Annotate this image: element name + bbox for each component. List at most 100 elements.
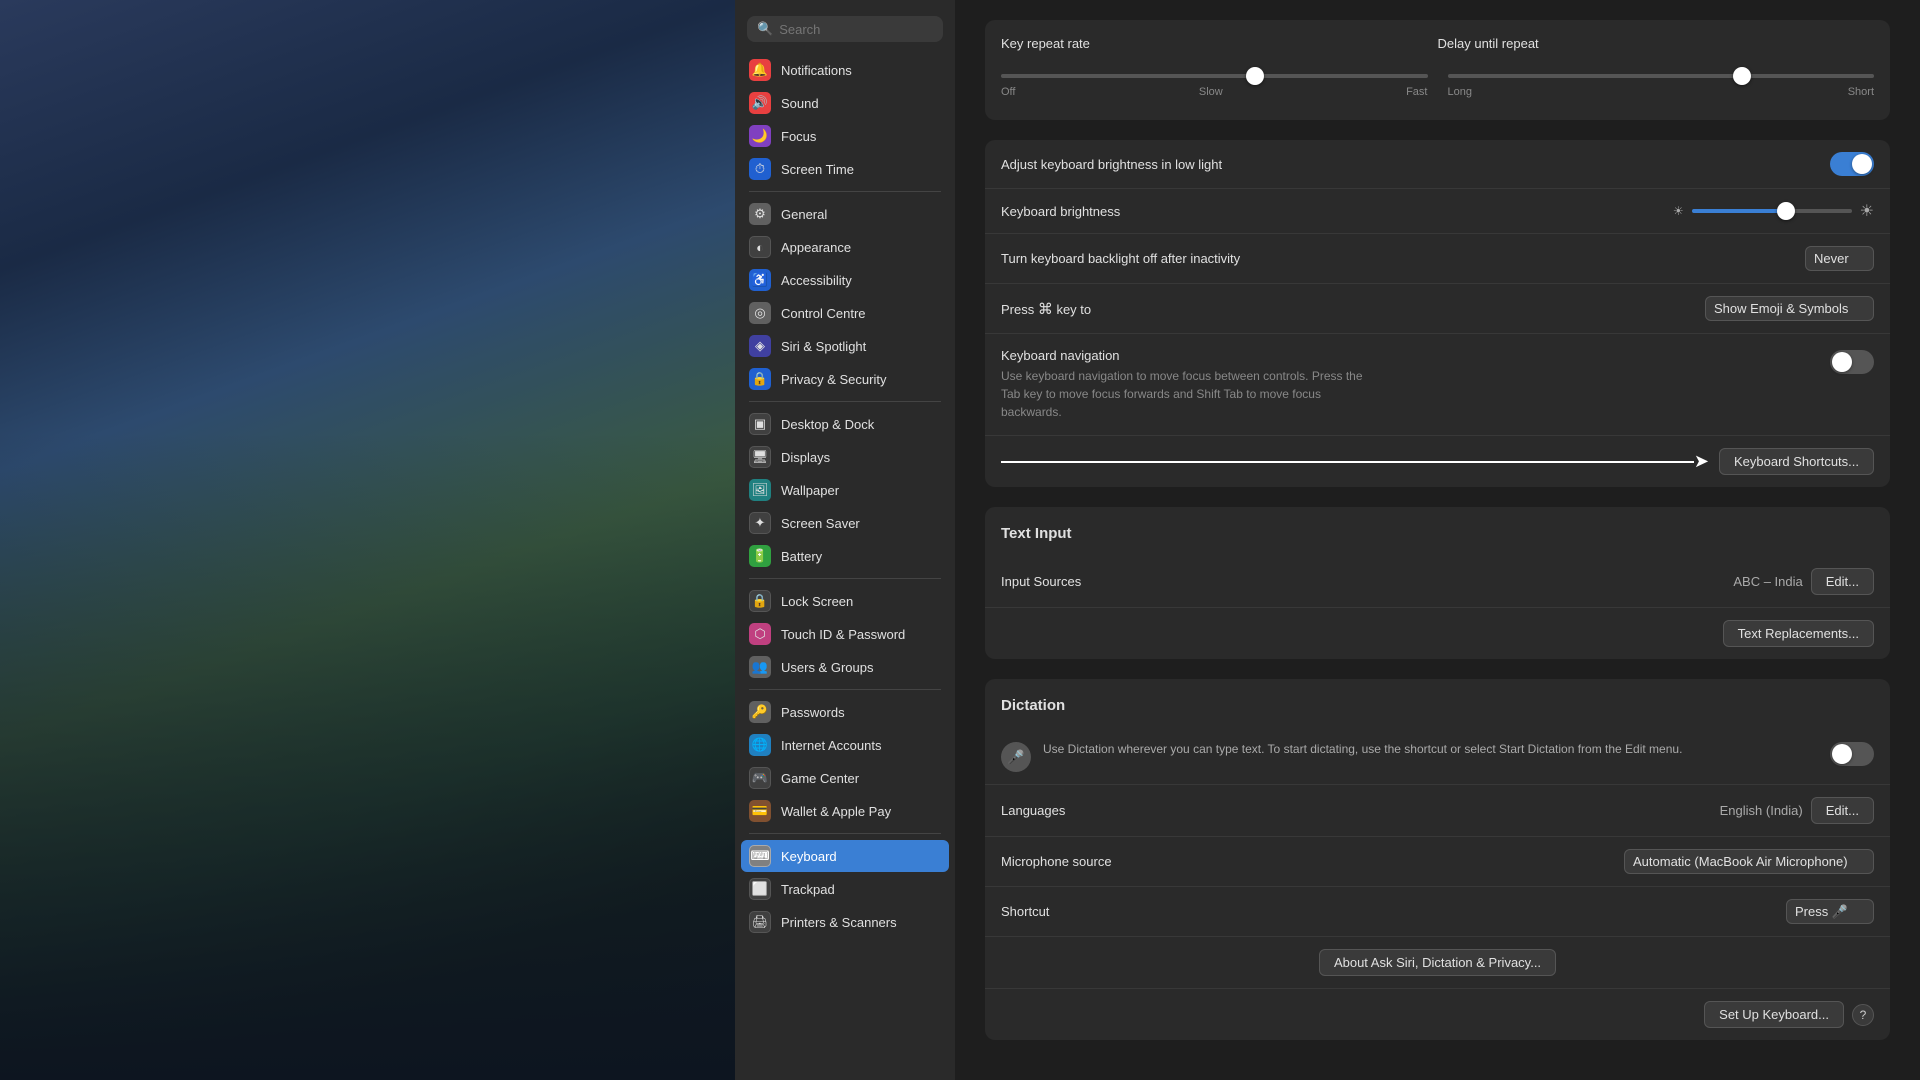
accessibility-icon: ♿: [749, 269, 771, 291]
sidebar-item-focus[interactable]: 🌙 Focus: [741, 120, 949, 152]
sidebar-item-wallpaper[interactable]: 🖼 Wallpaper: [741, 474, 949, 506]
sidebar-item-printers-scanners[interactable]: 🖨 Printers & Scanners: [741, 906, 949, 938]
sidebar-item-trackpad[interactable]: ⬜ Trackpad: [741, 873, 949, 905]
text-input-title: Text Input: [1001, 525, 1874, 542]
keyboard-nav-row: Keyboard navigation Use keyboard navigat…: [985, 334, 1890, 436]
sidebar-item-screen-saver[interactable]: ✦ Screen Saver: [741, 507, 949, 539]
sidebar-item-control-centre[interactable]: ◎ Control Centre: [741, 297, 949, 329]
screen-saver-icon: ✦: [749, 512, 771, 534]
sidebar-item-battery[interactable]: 🔋 Battery: [741, 540, 949, 572]
sidebar-item-displays[interactable]: 🖥 Displays: [741, 441, 949, 473]
input-sources-edit-button[interactable]: Edit...: [1811, 568, 1874, 595]
sidebar-item-desktop-dock[interactable]: ▣ Desktop & Dock: [741, 408, 949, 440]
search-bar[interactable]: 🔍: [747, 16, 943, 42]
slow-label: Slow: [1199, 86, 1223, 98]
sidebar-item-label: Privacy & Security: [781, 372, 886, 387]
languages-value: English (India): [1720, 803, 1803, 818]
input-sources-value: ABC – India: [1733, 574, 1802, 589]
sidebar-item-sound[interactable]: 🔊 Sound: [741, 87, 949, 119]
backlight-label: Turn keyboard backlight off after inacti…: [1001, 251, 1805, 266]
sidebar-item-label: Touch ID & Password: [781, 627, 905, 642]
sidebar-item-keyboard[interactable]: ⌨ Keyboard: [741, 840, 949, 872]
sidebar-item-passwords[interactable]: 🔑 Passwords: [741, 696, 949, 728]
lock-screen-icon: 🔒: [749, 590, 771, 612]
sidebar-item-label: Screen Time: [781, 162, 854, 177]
keyboard-settings-panel: Key repeat rate Delay until repeat Off S…: [955, 0, 1920, 1080]
setup-keyboard-button[interactable]: Set Up Keyboard...: [1704, 1001, 1844, 1028]
backlight-row: Turn keyboard backlight off after inacti…: [985, 234, 1890, 284]
printers-scanners-icon: 🖨: [749, 911, 771, 933]
search-input[interactable]: [779, 22, 933, 37]
microphone-source-select[interactable]: Automatic (MacBook Air Microphone): [1624, 849, 1874, 874]
arrow-head-icon: ➤: [1694, 451, 1709, 472]
adjust-brightness-row: Adjust keyboard brightness in low light: [985, 140, 1890, 189]
sidebar-item-label: Keyboard: [781, 849, 837, 864]
sidebar-item-label: Desktop & Dock: [781, 417, 874, 432]
input-sources-label: Input Sources: [1001, 574, 1733, 589]
sidebar-item-privacy[interactable]: 🔒 Privacy & Security: [741, 363, 949, 395]
key-repeat-slider[interactable]: [1001, 74, 1428, 78]
sidebar-item-users-groups[interactable]: 👥 Users & Groups: [741, 651, 949, 683]
sound-icon: 🔊: [749, 92, 771, 114]
sidebar-item-siri[interactable]: ◈ Siri & Spotlight: [741, 330, 949, 362]
wallet-icon: 💳: [749, 800, 771, 822]
sidebar-item-wallet[interactable]: 💳 Wallet & Apple Pay: [741, 795, 949, 827]
sidebar-divider-3: [749, 578, 941, 579]
sidebar-item-label: Lock Screen: [781, 594, 853, 609]
sidebar-item-touch-id[interactable]: ⬡ Touch ID & Password: [741, 618, 949, 650]
arrow-bar: [1001, 461, 1694, 463]
sidebar-item-general[interactable]: ⚙ General: [741, 198, 949, 230]
sidebar-item-label: Wallet & Apple Pay: [781, 804, 891, 819]
search-icon: 🔍: [757, 21, 773, 37]
backlight-select[interactable]: Never: [1805, 246, 1874, 271]
keyboard-nav-toggle[interactable]: [1830, 350, 1874, 374]
text-replacements-button[interactable]: Text Replacements...: [1723, 620, 1874, 647]
sidebar-item-appearance[interactable]: ◐ Appearance: [741, 231, 949, 263]
general-icon: ⚙: [749, 203, 771, 225]
adjust-brightness-label: Adjust keyboard brightness in low light: [1001, 157, 1830, 172]
sidebar-item-label: Control Centre: [781, 306, 866, 321]
press-key-select[interactable]: Show Emoji & Symbols: [1705, 296, 1874, 321]
sidebar-item-screen-time[interactable]: ⏱ Screen Time: [741, 153, 949, 185]
languages-edit-button[interactable]: Edit...: [1811, 797, 1874, 824]
key-repeat-label: Key repeat rate: [1001, 36, 1438, 51]
sidebar-item-label: Siri & Spotlight: [781, 339, 866, 354]
keyboard-brightness-section: Adjust keyboard brightness in low light …: [985, 140, 1890, 487]
appearance-icon: ◐: [749, 236, 771, 258]
keyboard-icon: ⌨: [749, 845, 771, 867]
delay-until-repeat-slider[interactable]: [1448, 74, 1875, 78]
help-button[interactable]: ?: [1852, 1004, 1874, 1026]
sidebar-item-accessibility[interactable]: ♿ Accessibility: [741, 264, 949, 296]
arrow-line: ➤: [1001, 451, 1709, 472]
shortcut-select[interactable]: Press 🎤: [1786, 899, 1874, 924]
trackpad-icon: ⬜: [749, 878, 771, 900]
brightness-slider-row: Keyboard brightness ☀ ☀: [985, 189, 1890, 234]
key-repeat-section: Key repeat rate Delay until repeat Off S…: [985, 20, 1890, 120]
siri-icon: ◈: [749, 335, 771, 357]
microphone-source-row: Microphone source Automatic (MacBook Air…: [985, 837, 1890, 887]
battery-icon: 🔋: [749, 545, 771, 567]
delay-until-repeat-slider-container: Long Short: [1448, 65, 1875, 98]
input-sources-row: Input Sources ABC – India Edit...: [985, 556, 1890, 608]
game-center-icon: 🎮: [749, 767, 771, 789]
about-dictation-button[interactable]: About Ask Siri, Dictation & Privacy...: [1319, 949, 1556, 976]
sidebar-item-label: Sound: [781, 96, 819, 111]
fast-label: Fast: [1406, 86, 1427, 98]
dictation-description: Use Dictation wherever you can type text…: [1043, 740, 1818, 758]
sidebar-item-label: Wallpaper: [781, 483, 839, 498]
dictation-toggle[interactable]: [1830, 742, 1874, 766]
sidebar-item-lock-screen[interactable]: 🔒 Lock Screen: [741, 585, 949, 617]
keyboard-shortcuts-button[interactable]: Keyboard Shortcuts...: [1719, 448, 1874, 475]
sidebar-item-label: Screen Saver: [781, 516, 860, 531]
sidebar-item-game-center[interactable]: 🎮 Game Center: [741, 762, 949, 794]
shortcut-label: Shortcut: [1001, 904, 1786, 919]
press-key-row: Press ⌘ key to Show Emoji & Symbols: [985, 284, 1890, 334]
dictation-title: Dictation: [1001, 697, 1874, 714]
sidebar-item-label: Displays: [781, 450, 830, 465]
sidebar-item-internet-accounts[interactable]: 🌐 Internet Accounts: [741, 729, 949, 761]
adjust-brightness-toggle[interactable]: [1830, 152, 1874, 176]
wallpaper-icon: 🖼: [749, 479, 771, 501]
sidebar-item-notifications[interactable]: 🔔 Notifications: [741, 54, 949, 86]
brightness-slider[interactable]: [1692, 209, 1852, 213]
off-label: Off: [1001, 86, 1015, 98]
